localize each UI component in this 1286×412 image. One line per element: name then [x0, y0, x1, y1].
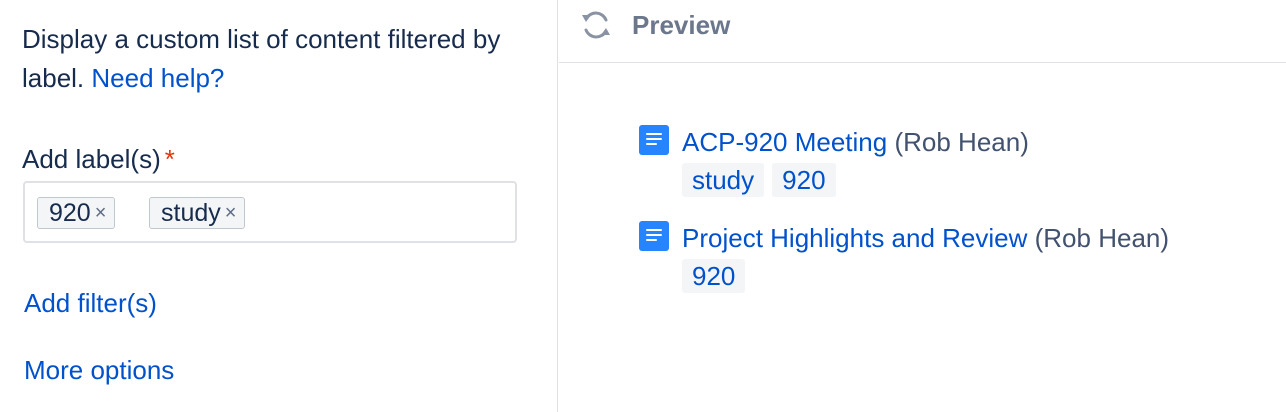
chip-label: 920 [49, 199, 91, 227]
preview-title: Preview [632, 10, 731, 40]
add-labels-text: Add label(s) [22, 144, 161, 174]
need-help-link[interactable]: Need help? [91, 63, 224, 93]
result-labels: study 920 [682, 163, 844, 197]
remove-chip-icon[interactable]: × [225, 198, 237, 228]
result-author: (Rob Hean) [1034, 223, 1170, 253]
more-options-link[interactable]: More options [24, 353, 174, 387]
chip-label: study [161, 199, 221, 227]
page-icon [639, 125, 669, 155]
result-title: Project Highlights and Review (Rob Hean) [682, 221, 1169, 255]
required-marker: * [164, 144, 175, 174]
label-chip-study: study × [149, 197, 246, 229]
preview-header: Preview [559, 0, 1286, 63]
remove-chip-icon[interactable]: × [95, 198, 107, 228]
refresh-icon[interactable] [579, 8, 613, 42]
result-link[interactable]: Project Highlights and Review [682, 223, 1027, 253]
result-author: (Rob Hean) [894, 127, 1029, 157]
result-link[interactable]: ACP-920 Meeting [682, 127, 887, 157]
macro-description: Display a custom list of content filtere… [22, 20, 542, 98]
label-pill[interactable]: study [682, 163, 765, 197]
add-filters-link[interactable]: Add filter(s) [24, 286, 157, 320]
page-icon [639, 221, 669, 251]
label-pill[interactable]: 920 [682, 259, 746, 293]
labels-input[interactable]: 920 × study × [23, 181, 517, 243]
result-title: ACP-920 Meeting (Rob Hean) [682, 125, 1029, 159]
result-labels: 920 [682, 259, 753, 293]
add-labels-label: Add label(s) * [22, 142, 175, 176]
label-pill[interactable]: 920 [772, 163, 836, 197]
macro-settings-panel: Display a custom list of content filtere… [0, 0, 558, 412]
label-chip-920: 920 × [37, 197, 116, 229]
preview-panel: Preview ACP-920 Meeting (Rob Hean) study… [559, 0, 1286, 412]
